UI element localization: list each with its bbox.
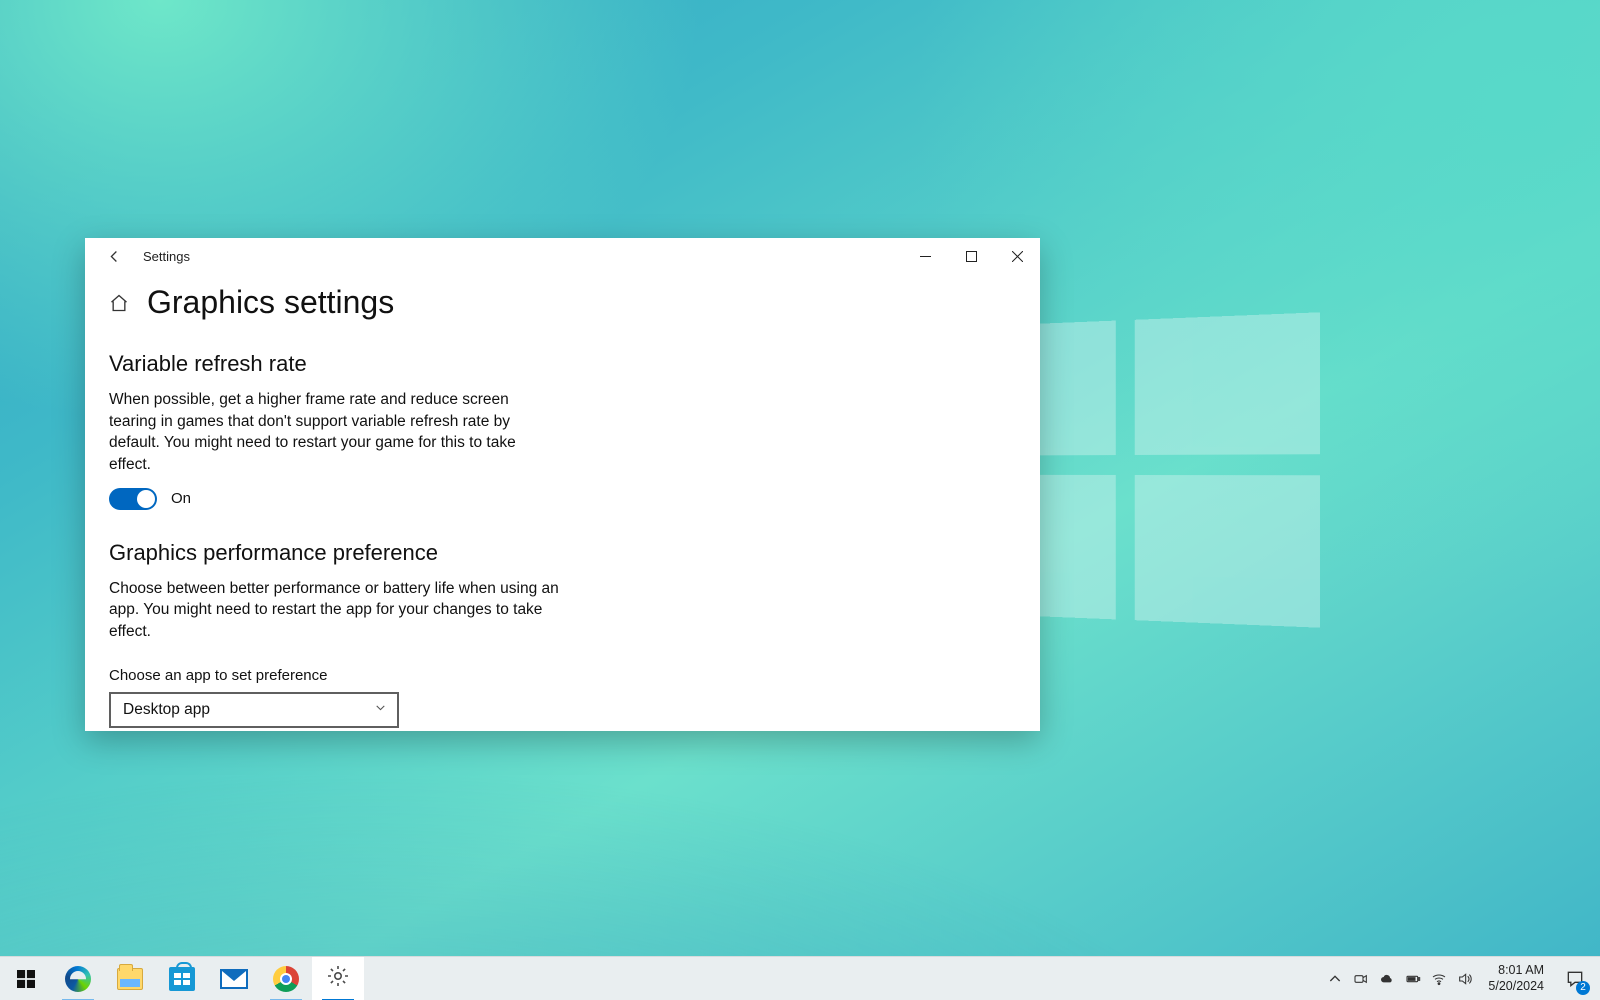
- perf-description: Choose between better performance or bat…: [109, 578, 569, 643]
- meet-now-icon[interactable]: [1348, 957, 1374, 1000]
- battery-icon[interactable]: [1400, 957, 1426, 1000]
- file-explorer-icon: [117, 968, 143, 990]
- taskbar-app-mail[interactable]: [208, 957, 260, 1000]
- taskbar-app-file-explorer[interactable]: [104, 957, 156, 1000]
- titlebar[interactable]: Settings: [85, 238, 1040, 274]
- edge-icon: [65, 966, 91, 992]
- vrr-description: When possible, get a higher frame rate a…: [109, 389, 549, 476]
- choose-app-label: Choose an app to set preference: [109, 667, 1016, 684]
- volume-icon[interactable]: [1452, 957, 1478, 1000]
- gear-icon: [326, 964, 350, 993]
- start-button[interactable]: [0, 957, 52, 1000]
- chevron-down-icon: [374, 701, 387, 719]
- perf-heading: Graphics performance preference: [109, 540, 1016, 566]
- taskbar-app-edge[interactable]: [52, 957, 104, 1000]
- taskbar: 8:01 AM 5/20/2024 2: [0, 956, 1600, 1000]
- vrr-heading: Variable refresh rate: [109, 351, 1016, 377]
- vrr-toggle-label: On: [171, 490, 191, 507]
- onedrive-icon[interactable]: [1374, 957, 1400, 1000]
- app-type-select[interactable]: Desktop app: [109, 692, 399, 728]
- taskbar-clock[interactable]: 8:01 AM 5/20/2024: [1478, 959, 1554, 998]
- app-type-select-value: Desktop app: [123, 701, 210, 719]
- minimize-button[interactable]: [902, 238, 948, 274]
- taskbar-date: 5/20/2024: [1488, 979, 1544, 995]
- mail-icon: [220, 969, 248, 989]
- desktop: Settings Grap: [0, 0, 1600, 1000]
- wifi-icon[interactable]: [1426, 957, 1452, 1000]
- taskbar-time: 8:01 AM: [1488, 963, 1544, 979]
- home-icon[interactable]: [109, 293, 129, 313]
- back-button[interactable]: [99, 241, 129, 271]
- microsoft-store-icon: [169, 967, 195, 991]
- close-button[interactable]: [994, 238, 1040, 274]
- window-title: Settings: [143, 249, 190, 264]
- maximize-button[interactable]: [948, 238, 994, 274]
- show-hidden-icons[interactable]: [1322, 957, 1348, 1000]
- notification-badge: 2: [1576, 981, 1590, 995]
- chrome-icon: [273, 966, 299, 992]
- action-center-button[interactable]: 2: [1554, 957, 1596, 1000]
- window-controls: [902, 238, 1040, 274]
- taskbar-app-chrome[interactable]: [260, 957, 312, 1000]
- settings-window: Settings Grap: [85, 238, 1040, 731]
- page-title: Graphics settings: [147, 284, 394, 321]
- settings-content: Graphics settings Variable refresh rate …: [85, 274, 1040, 728]
- taskbar-app-microsoft-store[interactable]: [156, 957, 208, 1000]
- vrr-toggle[interactable]: [109, 488, 157, 510]
- taskbar-app-settings[interactable]: [312, 957, 364, 1000]
